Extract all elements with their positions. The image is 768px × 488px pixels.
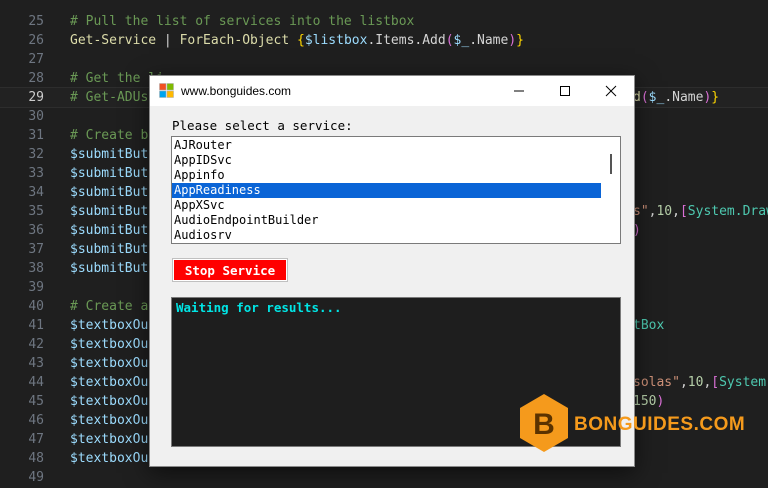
line-number: 47 bbox=[28, 432, 44, 447]
service-list-item[interactable]: AppReadiness bbox=[172, 183, 601, 198]
listbox-scrollbar[interactable] bbox=[603, 137, 620, 243]
line-number: 40 bbox=[28, 299, 44, 314]
line-number: 49 bbox=[28, 470, 44, 485]
editor-line[interactable]: 49 bbox=[0, 468, 768, 487]
editor-line[interactable]: 26 Get-Service | ForEach-Object {$listbox… bbox=[0, 31, 768, 50]
code-text: $submitButt bbox=[70, 166, 157, 181]
bonguides-logo-icon: B bbox=[520, 394, 568, 452]
maximize-icon bbox=[560, 86, 570, 96]
code-text: $submitButt bbox=[70, 147, 157, 162]
code-text: $textboxOut bbox=[70, 356, 157, 371]
line-number: 46 bbox=[28, 413, 44, 428]
line-number: 45 bbox=[28, 394, 44, 409]
close-button[interactable] bbox=[588, 76, 634, 106]
code-fragment: tBox bbox=[633, 318, 665, 333]
output-text: Waiting for results... bbox=[176, 300, 342, 315]
line-number: 42 bbox=[28, 337, 44, 352]
code-text: $submitButt bbox=[70, 204, 157, 219]
code-text: # Create b bbox=[70, 128, 149, 143]
code-text: $textboxOut bbox=[70, 451, 157, 466]
service-list-item[interactable]: AudioEndpointBuilder bbox=[172, 213, 601, 228]
line-number: 43 bbox=[28, 356, 44, 371]
svg-text:B: B bbox=[533, 408, 555, 441]
bonguides-watermark: B BONGUIDES.COM bbox=[518, 392, 745, 454]
code-text: $submitButt bbox=[70, 261, 157, 276]
code-fragment: s",10,[System.Draw bbox=[633, 204, 768, 219]
line-number: 33 bbox=[28, 166, 44, 181]
line-number: 29 bbox=[28, 90, 44, 105]
line-number: 26 bbox=[28, 33, 44, 48]
line-number: 34 bbox=[28, 185, 44, 200]
code-fragment: solas",10,[System. bbox=[633, 375, 768, 390]
line-number: 32 bbox=[28, 147, 44, 162]
code-text: $textboxOut bbox=[70, 337, 157, 352]
service-list-item[interactable]: AppIDSvc bbox=[172, 153, 601, 168]
code-text: $submitButt bbox=[70, 185, 157, 200]
code-text: $textboxOut bbox=[70, 432, 157, 447]
service-prompt-label: Please select a service: bbox=[172, 118, 353, 133]
watermark-text: BONGUIDES.COM bbox=[574, 414, 746, 435]
minimize-icon bbox=[514, 90, 524, 92]
code-text: Get-Service | ForEach-Object {$listbox.I… bbox=[70, 33, 524, 48]
service-list-item[interactable]: AJRouter bbox=[172, 138, 601, 153]
code-text: $textboxOut bbox=[70, 394, 157, 409]
line-number: 31 bbox=[28, 128, 44, 143]
line-number: 37 bbox=[28, 242, 44, 257]
line-number: 38 bbox=[28, 261, 44, 276]
line-number: 27 bbox=[28, 52, 44, 67]
line-number: 35 bbox=[28, 204, 44, 219]
line-number: 41 bbox=[28, 318, 44, 333]
line-number: 25 bbox=[28, 14, 44, 29]
service-list-item[interactable]: AppXSvc bbox=[172, 198, 601, 213]
close-icon bbox=[605, 85, 617, 97]
editor-line[interactable]: 25 # Pull the list of services into the l… bbox=[0, 12, 768, 31]
code-text: $submitButt bbox=[70, 242, 157, 257]
service-list-item[interactable]: Appinfo bbox=[172, 168, 601, 183]
code-text: # Get-ADUs bbox=[70, 90, 149, 105]
code-text: $textboxOut bbox=[70, 375, 157, 390]
code-fragment: d($_.Name)} bbox=[633, 90, 720, 105]
line-number: 30 bbox=[28, 109, 44, 124]
line-number: 36 bbox=[28, 223, 44, 238]
code-text: $textboxOut bbox=[70, 413, 157, 428]
maximize-button[interactable] bbox=[542, 76, 588, 106]
service-list-item[interactable]: Audiosrv bbox=[172, 228, 601, 243]
line-number: 28 bbox=[28, 71, 44, 86]
window-title: www.bonguides.com bbox=[181, 84, 292, 98]
service-listbox[interactable]: AJRouter AppIDSvc Appinfo AppReadiness AppXS… bbox=[171, 136, 621, 244]
line-number: 39 bbox=[28, 280, 44, 295]
app-icon bbox=[159, 83, 174, 98]
code-text: $textboxOut bbox=[70, 318, 157, 333]
line-number: 48 bbox=[28, 451, 44, 466]
stop-service-button[interactable]: Stop Service bbox=[172, 258, 288, 282]
title-bar[interactable]: www.bonguides.com bbox=[150, 76, 634, 106]
code-text: $submitButt bbox=[70, 223, 157, 238]
editor-line[interactable]: 27 bbox=[0, 50, 768, 69]
line-number: 44 bbox=[28, 375, 44, 390]
minimize-button[interactable] bbox=[496, 76, 542, 106]
code-text: # Create a bbox=[70, 299, 149, 314]
scrollbar-thumb[interactable] bbox=[610, 154, 612, 174]
code-text: # Pull the list of services into the lis… bbox=[70, 14, 415, 29]
